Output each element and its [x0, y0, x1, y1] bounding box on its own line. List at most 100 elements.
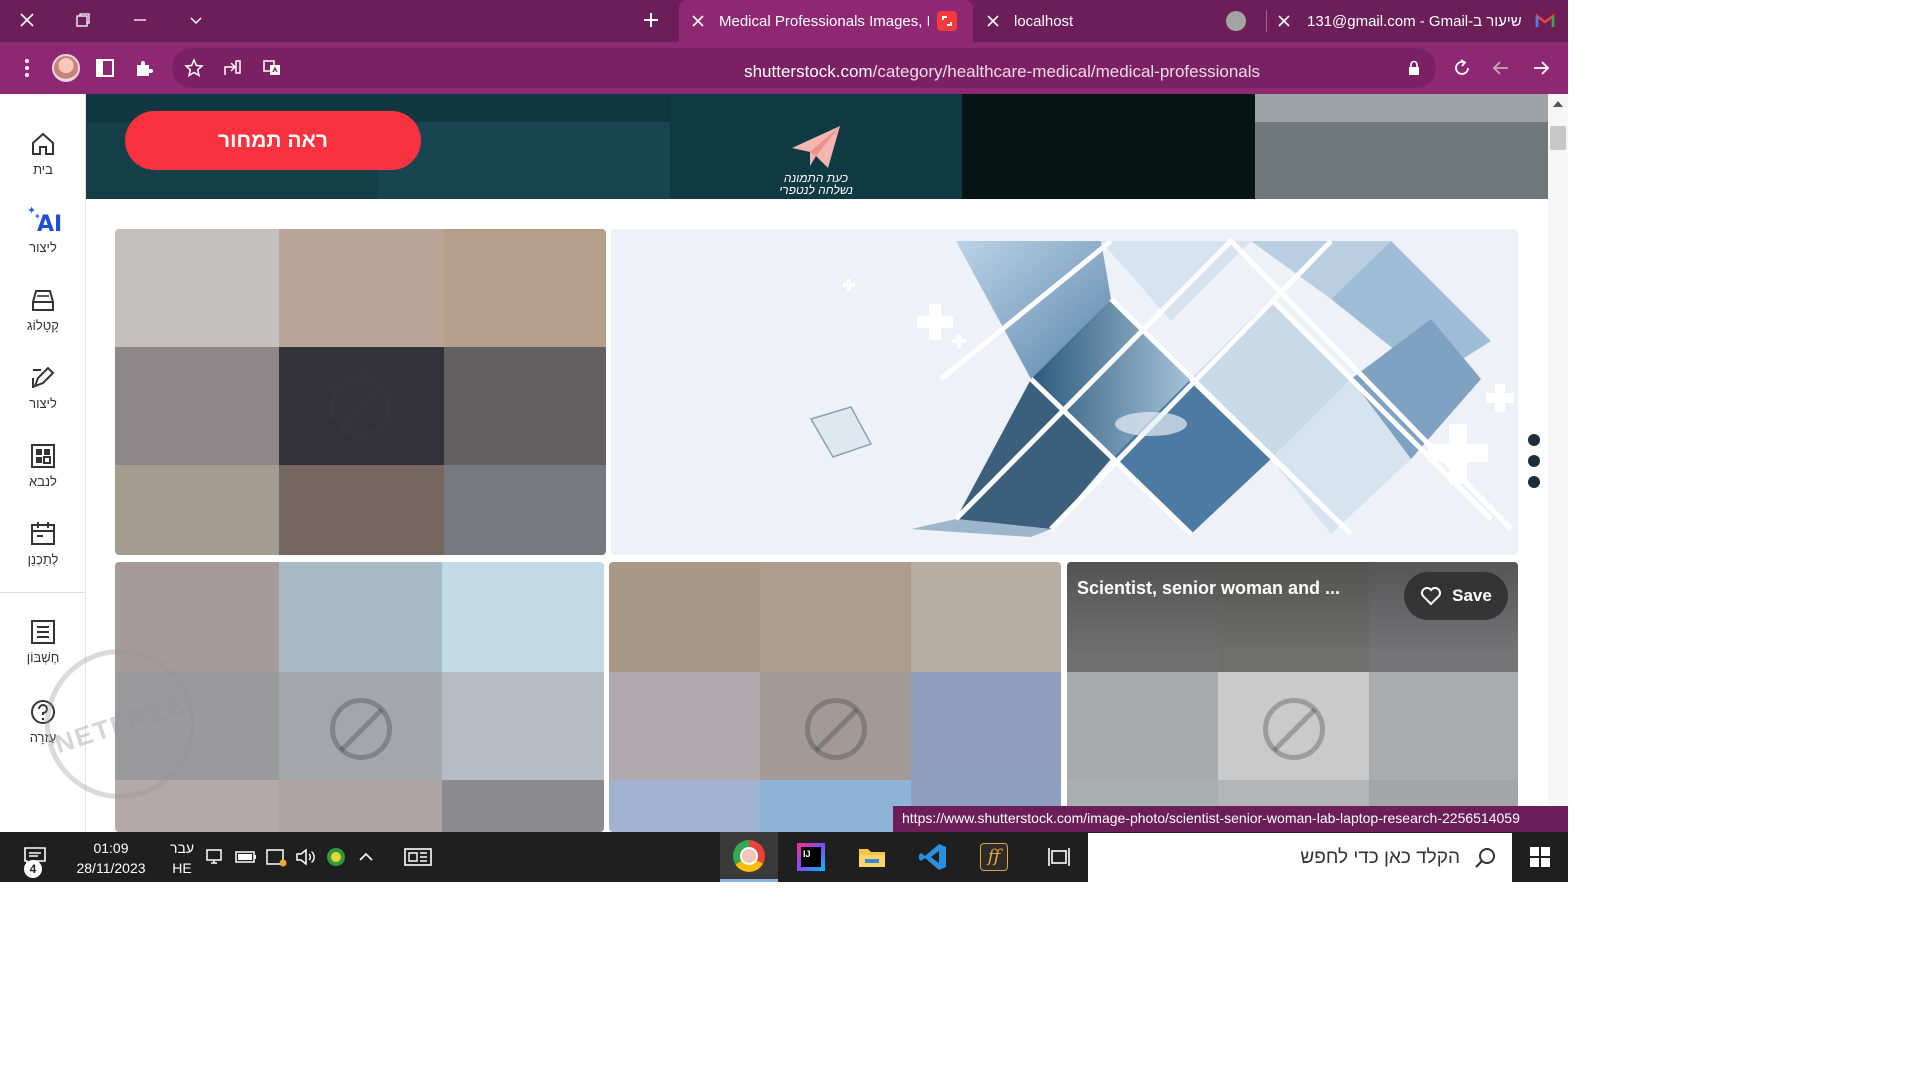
banner-tile	[1255, 94, 1548, 122]
star-icon	[184, 58, 204, 78]
sidebar-item-ai-create[interactable]: ✦ ✦ AI ליצור	[0, 205, 86, 270]
carousel-dot[interactable]	[1528, 455, 1540, 467]
account-icon	[31, 620, 55, 644]
plus-icon	[644, 13, 658, 27]
page-scrollbar[interactable]	[1548, 94, 1568, 832]
pixel-tile	[115, 229, 279, 347]
minimize-icon	[134, 19, 146, 21]
pixel-tile	[760, 562, 911, 672]
kebab-menu-icon	[25, 59, 29, 77]
image-card[interactable]	[609, 562, 1061, 832]
taskbar-fontforge[interactable]: ff	[965, 832, 1023, 882]
extensions-button[interactable]	[130, 54, 158, 82]
taskbar-vscode[interactable]	[904, 832, 962, 882]
caption-line: נשלחה לנטפרי	[779, 183, 853, 197]
watermark-text: NETFREE	[50, 688, 189, 759]
tab-localhost[interactable]: localhost	[980, 0, 1260, 42]
back-button[interactable]	[1527, 54, 1555, 82]
tab-close-button[interactable]	[984, 12, 1002, 30]
scroll-up-icon[interactable]	[1553, 100, 1563, 108]
start-button[interactable]	[1512, 832, 1568, 882]
carousel-dot[interactable]	[1528, 476, 1540, 488]
notifications-button[interactable]: 4	[10, 832, 60, 882]
clock-time: 01:09	[93, 840, 129, 856]
tab-title: Medical Professionals Images, Pi	[719, 12, 929, 30]
tab-gmail[interactable]: 131@gmail.com - Gmail-שיעור ב	[1272, 0, 1568, 42]
taskbar-intellij[interactable]: IJ	[782, 832, 840, 882]
restore-window-button[interactable]	[68, 6, 98, 34]
save-button[interactable]: Save	[1404, 572, 1508, 620]
url-domain: shutterstock.com	[744, 62, 873, 81]
translate-button[interactable]	[258, 54, 286, 82]
netfree-tray-button[interactable]	[321, 832, 351, 882]
lock-icon	[1409, 60, 1419, 75]
clock[interactable]: 01:09 28/11/2023	[62, 838, 160, 878]
tab-search-button[interactable]	[181, 6, 211, 34]
pixel-tile	[279, 465, 444, 555]
restore-icon	[76, 13, 90, 27]
sidebar-item-predict[interactable]: לנבא	[0, 442, 86, 506]
blocked-icon	[805, 698, 867, 760]
network-button[interactable]	[201, 832, 231, 882]
share-button[interactable]	[218, 54, 246, 82]
minimize-window-button[interactable]	[125, 6, 155, 34]
chevron-down-icon	[190, 17, 202, 25]
ai-badge: AI	[37, 212, 63, 237]
pixel-tile	[444, 347, 606, 465]
menu-button[interactable]	[13, 54, 41, 82]
forward-button[interactable]	[1487, 54, 1515, 82]
meet-now-button[interactable]	[261, 832, 291, 882]
blocked-icon	[330, 375, 392, 437]
show-hidden-icons-button[interactable]	[351, 832, 381, 882]
close-window-button[interactable]	[12, 6, 42, 34]
task-view-button[interactable]	[1030, 832, 1088, 882]
tab-shutterstock[interactable]: Medical Professionals Images, Pi	[679, 0, 973, 42]
side-panel-button[interactable]	[91, 54, 119, 82]
bookmark-star-button[interactable]	[180, 54, 208, 82]
sidebar-divider	[0, 592, 86, 593]
battery-button[interactable]	[231, 832, 261, 882]
sidebar-item-catalog[interactable]: קָטָלוֹג	[0, 286, 86, 350]
see-pricing-button[interactable]: ראה תמחור	[125, 111, 421, 170]
address-bar[interactable]: shutterstock.com/category/healthcare-med…	[172, 48, 1436, 88]
news-widget-button[interactable]	[394, 832, 442, 882]
profile-avatar[interactable]	[52, 54, 80, 82]
language-indicator[interactable]: עבר HE	[166, 838, 198, 878]
blocked-image-caption: כעת התמונה נשלחה לנטפרי	[686, 172, 946, 196]
pixel-tile	[609, 562, 760, 672]
taskbar-file-explorer[interactable]	[843, 832, 901, 882]
taskbar-chrome[interactable]	[720, 832, 778, 882]
image-card-hovered[interactable]: Scientist, senior woman and ... Save	[1067, 562, 1518, 832]
page-content: בית ✦ ✦ AI ליצור קָטָלוֹג ליצור לנבא לְת…	[0, 94, 1568, 832]
folder-icon	[859, 849, 885, 867]
sidebar-item-plan[interactable]: לְתַכְנֵן	[0, 520, 86, 584]
carousel-dot[interactable]	[1528, 434, 1540, 446]
close-icon	[692, 15, 704, 27]
chrome-profile-icon	[733, 839, 765, 872]
taskbar-search-input[interactable]: הקלד כאן כדי לחפש	[1088, 833, 1512, 882]
blocked-icon	[1263, 698, 1325, 760]
promo-banner: ראה תמחור כעת התמונה נשלחה לנטפרי	[86, 94, 1548, 199]
battery-icon	[235, 851, 256, 863]
tab-close-button[interactable]	[689, 12, 707, 30]
carousel-dots[interactable]	[1528, 434, 1542, 497]
volume-button[interactable]	[291, 832, 321, 882]
edit-icon	[32, 366, 55, 388]
site-info-button[interactable]	[1400, 54, 1428, 82]
sidebar-item-create[interactable]: ליצור	[0, 364, 86, 428]
scrollbar-thumb[interactable]	[1550, 126, 1566, 150]
url-text[interactable]: shutterstock.com/category/healthcare-med…	[744, 62, 1260, 82]
avatar-icon	[52, 54, 80, 82]
pixel-tile	[279, 229, 444, 347]
hero-image-card[interactable]	[611, 229, 1518, 555]
home-icon	[32, 132, 54, 155]
arrow-left-icon	[1492, 61, 1508, 75]
sidebar-item-home[interactable]: בית	[0, 130, 86, 194]
catalog-icon	[32, 290, 54, 311]
image-card[interactable]	[115, 229, 606, 555]
netfree-tray-icon	[327, 848, 345, 866]
new-tab-button[interactable]	[636, 6, 666, 34]
tab-close-button[interactable]	[1275, 12, 1293, 30]
reload-button[interactable]	[1448, 54, 1476, 82]
sidebar-item-label: ליצור	[29, 240, 57, 255]
